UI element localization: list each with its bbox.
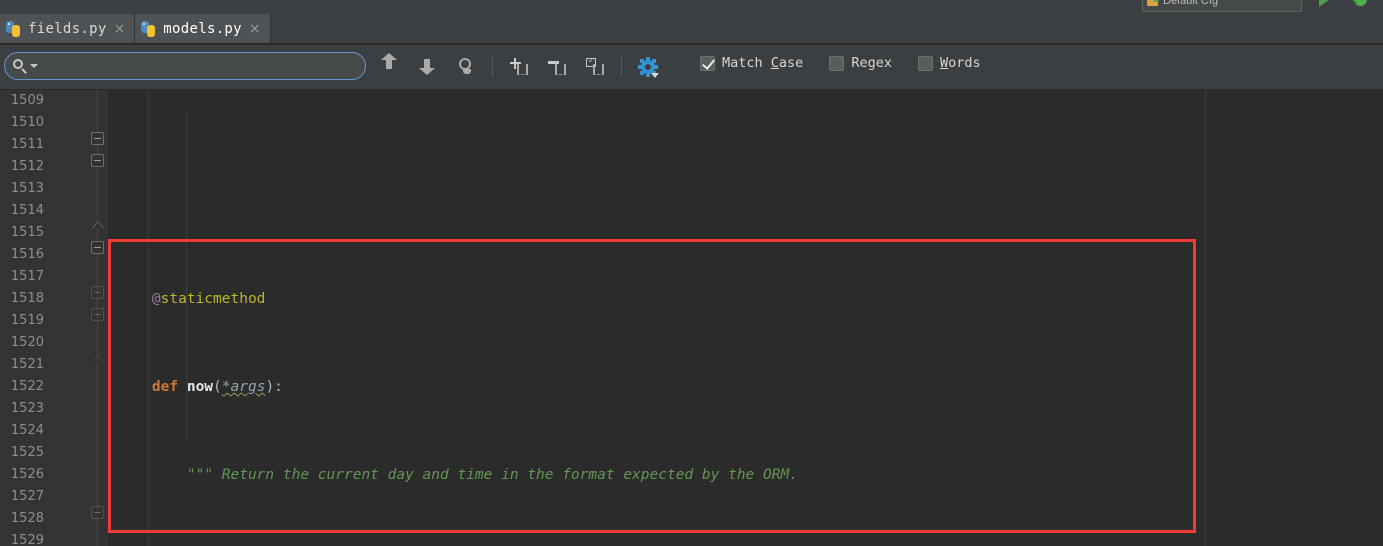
find-next-button[interactable] (416, 55, 440, 79)
line-number: 1514 (10, 203, 44, 218)
regex-checkbox[interactable]: Regex (829, 55, 892, 71)
line-number: 1512 (10, 159, 44, 174)
checkbox-box (917, 55, 933, 71)
match-case-label: Match Case (722, 55, 804, 71)
search-icon (13, 59, 27, 74)
pycharm-editor-window: Default Cfg fields.py × models.py × ✓ Ma… (0, 0, 1383, 546)
find-options: Match Case Regex Words (700, 55, 981, 71)
words-label: Words (939, 55, 981, 71)
python-file-icon (6, 20, 22, 37)
search-history-dropdown-icon[interactable] (30, 64, 38, 68)
remove-selection-button[interactable] (545, 55, 569, 79)
fold-marker[interactable] (91, 218, 104, 231)
line-number: 1509 (10, 93, 44, 108)
arrow-up-icon (381, 53, 397, 69)
editor-tab-models-py[interactable]: models.py × (135, 14, 271, 43)
line-number: 1516 (10, 247, 44, 262)
run-toolbar-strip: Default Cfg (0, 0, 1383, 14)
fold-marker[interactable] (91, 506, 104, 519)
line-number: 1515 (10, 225, 44, 240)
line-number: 1518 (10, 291, 44, 306)
fold-marker[interactable] (91, 154, 104, 167)
debug-button[interactable] (1351, 0, 1370, 9)
code-line: """ Return the current day and time in t… (186, 467, 798, 483)
line-number: 1510 (10, 115, 44, 130)
find-toolbar-buttons (378, 52, 660, 82)
code-line: def now(*args): (151, 379, 283, 395)
checkbox-box (700, 55, 715, 71)
fold-marker[interactable] (91, 132, 104, 145)
add-selection-button[interactable] (507, 55, 531, 79)
line-number: 1528 (10, 511, 44, 526)
line-number: 1511 (10, 137, 44, 152)
fold-marker[interactable] (91, 308, 104, 321)
fold-marker[interactable] (91, 352, 104, 365)
code-line: @staticmethod (151, 291, 266, 307)
line-number: 1524 (10, 423, 44, 438)
indent-guide (148, 90, 149, 546)
line-number: 1522 (10, 379, 44, 394)
run-config-icon (1147, 0, 1159, 6)
regex-label: Regex (851, 55, 892, 71)
gear-icon (638, 57, 659, 78)
line-number: 1521 (10, 357, 44, 372)
line-number: 1519 (10, 313, 44, 328)
editor-tab-fields-py[interactable]: fields.py × (0, 14, 136, 43)
arrow-down-icon (419, 59, 435, 75)
remove-selection-icon (548, 58, 567, 76)
line-number: 1526 (10, 467, 44, 482)
line-number: 1520 (10, 335, 44, 350)
run-configuration-selector[interactable]: Default Cfg (1142, 0, 1302, 12)
python-file-icon (141, 20, 157, 37)
find-settings-button[interactable] (636, 55, 660, 79)
indent-guide (186, 112, 187, 442)
match-case-checkbox[interactable]: Match Case (700, 55, 803, 71)
toolbar-divider (621, 57, 622, 77)
tab-label: models.py (163, 20, 242, 37)
find-previous-button[interactable] (378, 53, 402, 79)
add-selection-icon (510, 58, 529, 76)
toolbar-divider (492, 57, 493, 77)
editor-tab-bar: fields.py × models.py × (0, 14, 1383, 44)
bug-legs-icon (1351, 0, 1369, 7)
run-button[interactable] (1316, 0, 1334, 9)
play-icon (1319, 0, 1329, 7)
words-checkbox[interactable]: Words (917, 55, 981, 71)
tab-label: fields.py (28, 20, 107, 37)
find-search-box[interactable] (4, 52, 366, 80)
line-number: 1523 (10, 401, 44, 416)
close-tab-icon[interactable]: × (248, 22, 261, 36)
right-margin-guide (1205, 90, 1206, 546)
line-number: 1529 (10, 533, 44, 546)
run-configuration-label: Default Cfg (1163, 0, 1219, 7)
select-all-occurrences-button[interactable] (583, 55, 607, 79)
line-number: 1513 (10, 181, 44, 196)
search-input[interactable] (44, 57, 357, 75)
code-content[interactable]: @staticmethod def now(*args): """ Return… (108, 90, 1383, 546)
find-all-button[interactable] (454, 55, 478, 79)
code-editor[interactable]: 1509 1510 1511 1512 1513 1514 1515 1516 1517 1518… (0, 90, 1383, 546)
line-number-gutter[interactable]: 1509 1510 1511 1512 1513 1514 1515 1516 1517 1518… (0, 90, 108, 546)
checkbox-box (829, 55, 845, 71)
line-number: 1525 (10, 445, 44, 460)
fold-marker[interactable] (91, 241, 104, 254)
close-tab-icon[interactable]: × (113, 22, 126, 36)
find-all-icon (458, 58, 474, 74)
select-all-occurrences-icon (586, 56, 605, 76)
line-number: 1517 (10, 269, 44, 284)
fold-marker[interactable] (91, 286, 104, 299)
line-number: 1527 (10, 489, 44, 504)
